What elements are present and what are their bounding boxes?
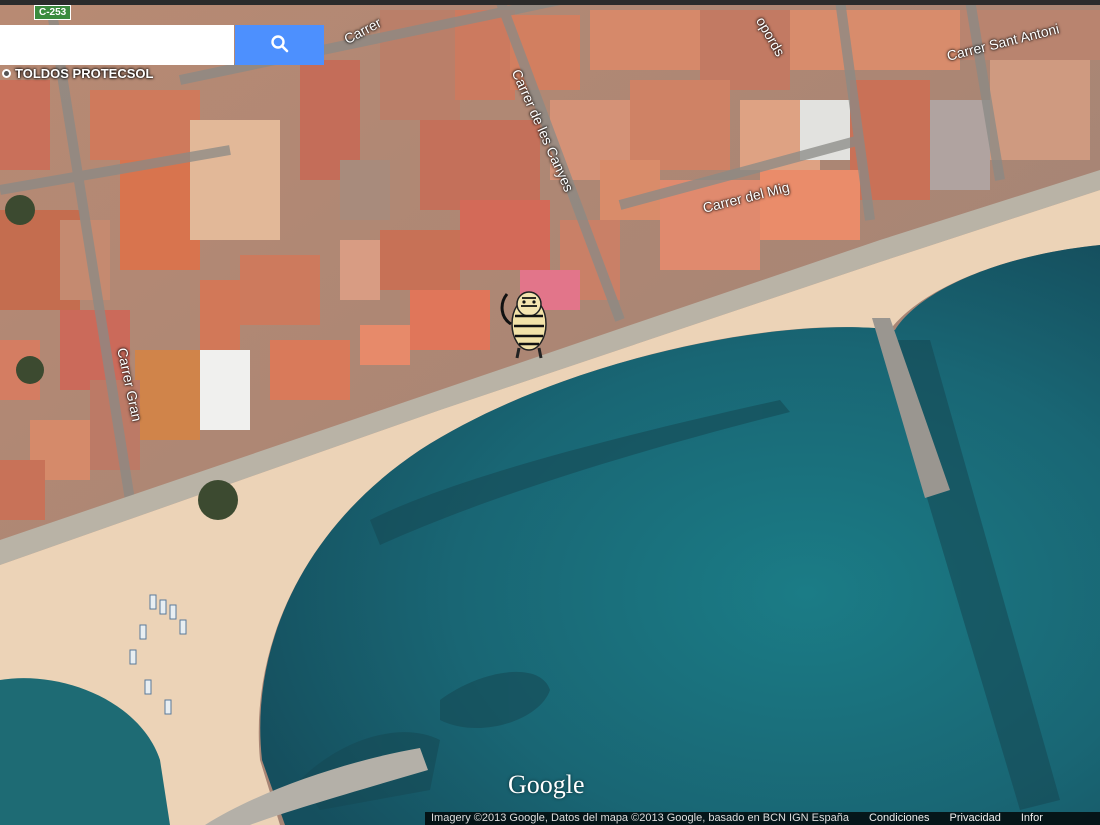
road-badge: C-253 [34, 5, 72, 20]
search-input[interactable] [0, 25, 234, 65]
place-label[interactable]: TOLDOS PROTECSOL [2, 66, 153, 81]
info-link[interactable]: Infor [1021, 812, 1043, 825]
search-button[interactable] [235, 25, 324, 65]
place-marker-icon [2, 69, 11, 78]
place-name: TOLDOS PROTECSOL [15, 66, 154, 81]
search-icon [270, 34, 288, 52]
tiger-pegman-icon[interactable] [495, 284, 557, 360]
satellite-map[interactable] [0, 0, 1100, 825]
terms-link[interactable]: Condiciones [869, 812, 930, 825]
map-footer: Imagery ©2013 Google, Datos del mapa ©20… [425, 812, 1100, 825]
google-logo: Google [508, 770, 585, 799]
search-box [0, 25, 324, 65]
imagery-attribution: Imagery ©2013 Google, Datos del mapa ©20… [431, 812, 849, 824]
top-bar [0, 0, 1100, 5]
privacy-link[interactable]: Privacidad [950, 812, 1001, 825]
